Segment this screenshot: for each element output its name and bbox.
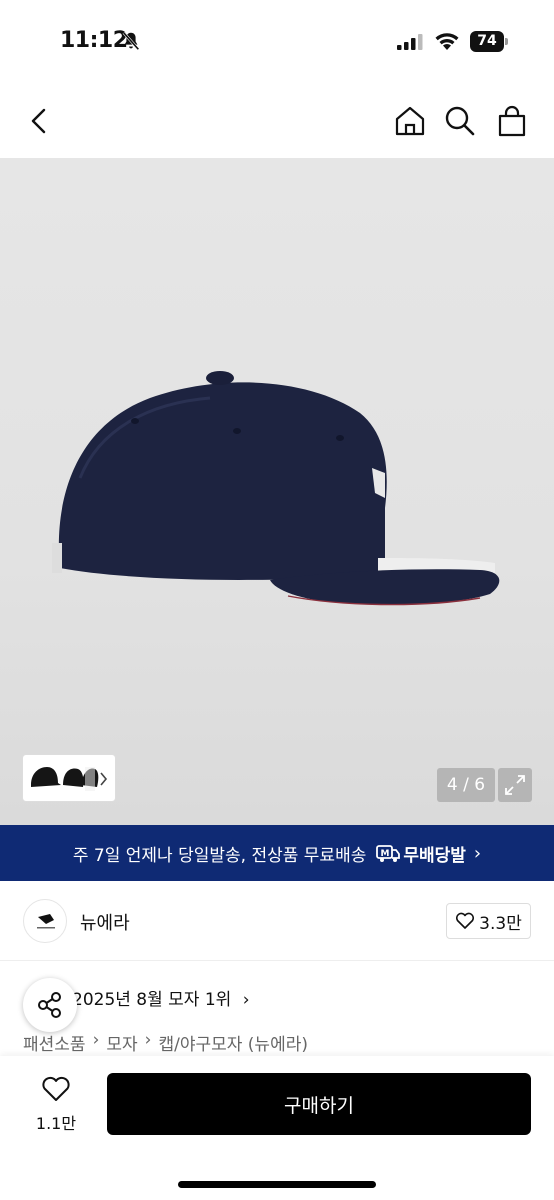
- expand-icon: [505, 775, 525, 795]
- free-delivery-banner[interactable]: 주 7일 언제나 당일발송, 전상품 무료배송 M 무배당발 ›: [0, 825, 554, 881]
- wifi-icon: [435, 33, 459, 50]
- svg-text:M: M: [381, 849, 390, 859]
- product-like-button[interactable]: 1.1만: [26, 1076, 86, 1134]
- cellular-signal-icon: [397, 34, 423, 50]
- expand-button[interactable]: [498, 768, 532, 802]
- home-icon[interactable]: [393, 104, 427, 138]
- breadcrumb-item[interactable]: 패션소품: [23, 1030, 86, 1055]
- back-chevron-icon[interactable]: [23, 104, 57, 138]
- search-icon[interactable]: [443, 104, 477, 138]
- thumbnail-strip[interactable]: [22, 754, 116, 802]
- brand-like-count: 3.3만: [479, 913, 522, 934]
- delivery-truck-icon: M: [376, 845, 401, 862]
- ranking-text: 2025년 8월 모자 1위: [72, 990, 232, 1010]
- shopping-bag-icon[interactable]: [495, 104, 529, 138]
- breadcrumb-separator: ›: [144, 1030, 152, 1050]
- purchase-bar: 1.1만 구매하기: [0, 1056, 554, 1200]
- share-icon: [38, 992, 61, 1018]
- ranking-chevron-icon: ›: [242, 990, 250, 1010]
- buy-button[interactable]: 구매하기: [107, 1073, 531, 1135]
- brand-name[interactable]: 뉴에라: [80, 909, 130, 935]
- brand-row: 뉴에라 3.3만: [0, 881, 554, 961]
- nav-bar: [0, 84, 554, 158]
- home-indicator: [178, 1181, 376, 1188]
- ranking-link[interactable]: 2025년 8월 모자 1위 ›: [72, 985, 250, 1010]
- status-time: 11:12: [60, 28, 128, 53]
- brand-like-button[interactable]: 3.3만: [446, 903, 531, 939]
- share-button[interactable]: [23, 978, 77, 1032]
- heart-icon: [42, 1076, 70, 1101]
- breadcrumb-separator: ›: [92, 1030, 100, 1050]
- product-image: [52, 371, 500, 606]
- new-era-logo-icon: [37, 914, 55, 929]
- breadcrumb: 패션소품 › 모자 › 캡/야구모자 (뉴에라): [23, 1030, 308, 1055]
- battery-level: 74: [470, 31, 504, 52]
- brand-logo[interactable]: [23, 899, 67, 943]
- banner-chevron-icon: ›: [473, 842, 482, 864]
- breadcrumb-item[interactable]: 모자: [106, 1030, 137, 1055]
- battery-icon: 74: [470, 31, 508, 52]
- product-image-gallery[interactable]: 4 / 6: [0, 158, 554, 825]
- image-page-counter: 4 / 6: [437, 768, 495, 802]
- bell-off-icon: [122, 31, 140, 51]
- thumbnail-caps: [31, 767, 108, 791]
- product-like-count: 1.1만: [35, 1114, 77, 1133]
- breadcrumb-item[interactable]: 캡/야구모자 (뉴에라): [158, 1030, 308, 1055]
- banner-badge: 무배당발: [403, 845, 466, 866]
- banner-text: 주 7일 언제나 당일발송, 전상품 무료배송: [72, 845, 367, 866]
- heart-icon: [456, 912, 475, 929]
- status-bar: 11:12 74: [0, 0, 554, 84]
